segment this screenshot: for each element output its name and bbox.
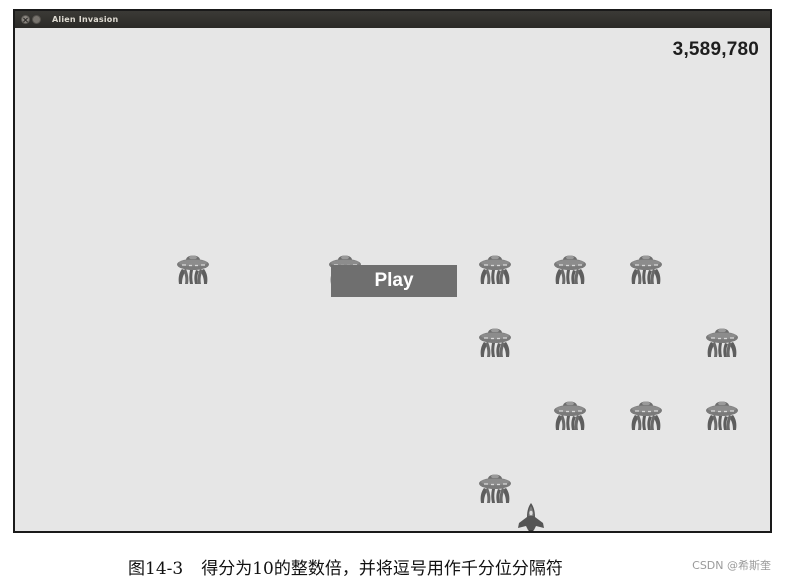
figure-caption: 图14-3 得分为10的整数倍，并将逗号用作千分位分隔符 [128,554,688,579]
close-icon[interactable] [21,15,30,24]
window-titlebar: Alien Invasion [15,11,770,28]
play-button[interactable]: Play [331,265,457,297]
game-window: Alien Invasion 3,589,780 Play [13,9,772,533]
score-display: 3,589,780 [672,39,759,60]
caption-text: 得分为10的整数倍，并将逗号用作千分位分隔符 [201,559,563,579]
alien-ufo-icon [476,322,514,360]
game-canvas: 3,589,780 Play [15,28,770,531]
watermark: CSDN @希斯奎 [692,559,771,572]
figure-number: 图14-3 [128,559,184,579]
alien-ufo-icon [476,468,514,506]
alien-ufo-icon [703,395,741,433]
alien-ufo-icon [703,322,741,360]
minimize-icon[interactable] [32,15,41,24]
rocket-ship-icon [513,501,549,531]
window-title: Alien Invasion [52,15,119,24]
alien-ufo-icon [551,249,589,287]
alien-ufo-icon [627,249,665,287]
alien-ufo-icon [174,249,212,287]
alien-ufo-icon [551,395,589,433]
alien-ufo-icon [476,249,514,287]
alien-ufo-icon [627,395,665,433]
